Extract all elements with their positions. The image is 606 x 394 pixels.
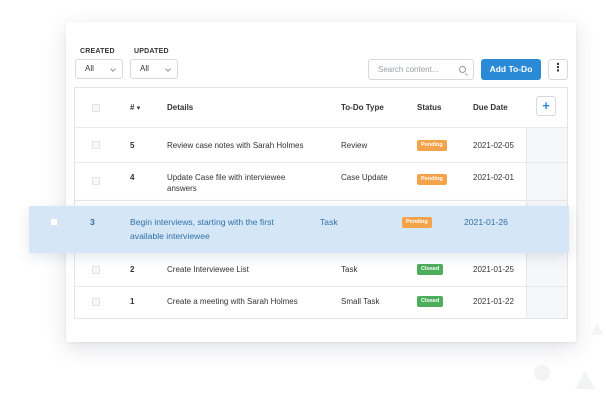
row-details-continued: available interviewee xyxy=(130,231,210,241)
table-row-highlighted[interactable]: 3 Begin interviews, starting with the fi… xyxy=(29,206,569,253)
row-due-date: 2021-02-05 xyxy=(473,141,514,150)
header-number[interactable]: # ▾ xyxy=(130,103,140,112)
header-number-label: # xyxy=(130,103,135,112)
row-number: 2 xyxy=(130,265,135,274)
row-number: 3 xyxy=(90,217,95,227)
row-details: Review case notes with Sarah Holmes xyxy=(167,141,304,150)
table-row[interactable]: 5 Review case notes with Sarah Holmes Re… xyxy=(75,128,567,163)
more-options-button[interactable]: ⋮ xyxy=(548,59,568,80)
todo-table: # ▾ Details To-Do Type Status Due Date 5… xyxy=(74,87,568,319)
header-todo-type: To-Do Type xyxy=(341,103,384,112)
created-filter-select[interactable]: All xyxy=(75,59,123,79)
select-all-checkbox[interactable] xyxy=(92,104,100,112)
row-checkbox[interactable] xyxy=(92,266,100,274)
status-badge: Closed xyxy=(417,264,444,275)
chevron-down-icon xyxy=(165,66,171,72)
row-details: Create a meeting with Sarah Holmes xyxy=(167,297,298,306)
header-due-date: Due Date xyxy=(473,103,508,112)
header-details: Details xyxy=(167,103,194,112)
status-badge: Pending xyxy=(402,217,432,228)
row-due-date: 2021-01-22 xyxy=(473,297,514,306)
search-icon xyxy=(459,66,466,73)
row-due-date: 2021-02-01 xyxy=(473,173,514,182)
header-status: Status xyxy=(417,103,442,112)
decorative-triangle-shape xyxy=(575,371,595,389)
add-column-button[interactable]: + xyxy=(536,96,556,116)
row-type: Case Update xyxy=(341,173,388,182)
search-placeholder: Search content... xyxy=(378,65,439,74)
row-details: Update Case file with interviewee xyxy=(167,173,286,182)
chevron-down-icon xyxy=(110,66,116,72)
row-type: Task xyxy=(341,265,358,274)
row-number: 5 xyxy=(130,141,135,150)
status-badge: Pending xyxy=(417,174,447,185)
row-details: Begin interviews, starting with the firs… xyxy=(130,217,274,227)
row-checkbox[interactable] xyxy=(50,218,58,226)
row-type: Review xyxy=(341,141,368,150)
row-number: 1 xyxy=(130,297,135,306)
status-badge: Closed xyxy=(417,296,444,307)
row-number: 4 xyxy=(130,173,135,182)
table-header: # ▾ Details To-Do Type Status Due Date xyxy=(75,88,567,128)
row-type: Small Task xyxy=(341,297,380,306)
row-type: Task xyxy=(320,217,338,227)
search-input[interactable]: Search content... xyxy=(368,59,474,80)
updated-filter-label: UPDATED xyxy=(134,48,169,55)
row-checkbox[interactable] xyxy=(92,141,100,149)
row-due-date: 2021-01-25 xyxy=(473,265,514,274)
row-details: Create Interviewee List xyxy=(167,265,249,274)
sort-desc-icon: ▾ xyxy=(136,105,141,112)
row-details-continued: answers xyxy=(167,184,197,193)
row-checkbox[interactable] xyxy=(92,177,100,185)
add-todo-button[interactable]: Add To-Do xyxy=(481,59,541,80)
table-row[interactable]: 1 Create a meeting with Sarah Holmes Sma… xyxy=(75,287,567,318)
created-filter-label: CREATED xyxy=(80,48,115,55)
updated-filter-value: All xyxy=(140,64,149,73)
decorative-circle-shape xyxy=(534,365,550,381)
updated-filter-select[interactable]: All xyxy=(130,59,178,79)
status-badge: Pending xyxy=(417,140,447,151)
row-checkbox[interactable] xyxy=(92,298,100,306)
table-row[interactable]: 2 Create Interviewee List Task Closed 20… xyxy=(75,254,567,287)
created-filter-value: All xyxy=(85,64,94,73)
row-due-date: 2021-01-26 xyxy=(464,217,508,227)
table-row[interactable]: 4 Update Case file with interviewee answ… xyxy=(75,163,567,201)
decorative-small-shape xyxy=(591,323,603,335)
